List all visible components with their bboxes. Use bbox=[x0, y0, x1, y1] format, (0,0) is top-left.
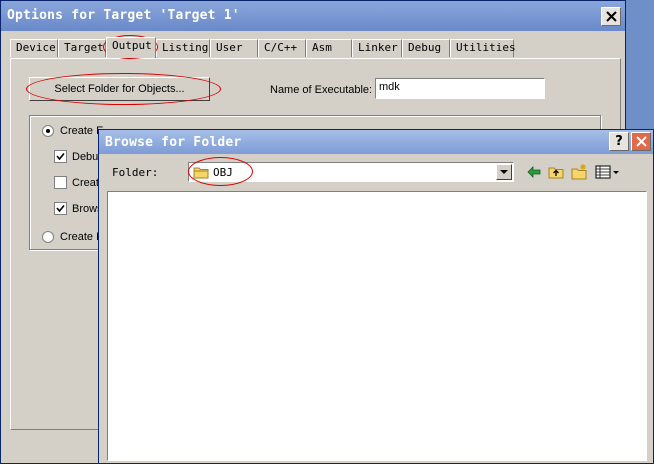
tab-asm[interactable]: Asm bbox=[306, 39, 352, 57]
select-folder-button[interactable]: Select Folder for Objects... bbox=[29, 77, 210, 101]
tab-c-cpp[interactable]: C/C++ bbox=[258, 39, 306, 57]
tab-user[interactable]: User bbox=[210, 39, 258, 57]
close-icon bbox=[635, 136, 647, 147]
create-executable-label: Create E bbox=[60, 125, 104, 137]
debug-info-checkbox[interactable] bbox=[54, 150, 67, 163]
create-hex-checkbox[interactable] bbox=[54, 176, 67, 189]
tab-device[interactable]: Device bbox=[10, 39, 58, 57]
view-menu-icon[interactable] bbox=[594, 163, 620, 181]
create-library-label: Create L bbox=[60, 231, 103, 243]
close-button[interactable] bbox=[601, 7, 621, 26]
folder-icon bbox=[193, 167, 209, 179]
name-of-executable-label: Name of Executable: bbox=[270, 84, 373, 96]
debug-info-label: Debu bbox=[72, 151, 99, 163]
up-folder-icon[interactable] bbox=[547, 163, 565, 181]
dialog-close-button[interactable] bbox=[631, 132, 651, 151]
dialog-title: Browse for Folder bbox=[105, 135, 242, 150]
back-arrow-icon[interactable] bbox=[525, 163, 543, 181]
folder-combobox[interactable]: OBJ bbox=[188, 162, 514, 182]
tab-output[interactable]: Output bbox=[106, 37, 156, 58]
tab-utilities[interactable]: Utilities bbox=[450, 39, 516, 57]
name-of-executable-input[interactable]: mdk bbox=[375, 78, 545, 99]
create-library-radio[interactable] bbox=[42, 231, 54, 243]
tab-listing[interactable]: Listing bbox=[156, 39, 210, 57]
checkmark-icon bbox=[56, 152, 65, 161]
window-title: Options for Target 'Target 1' bbox=[7, 8, 240, 23]
checkmark-icon bbox=[56, 204, 65, 213]
window-titlebar[interactable]: Options for Target 'Target 1' bbox=[1, 1, 625, 31]
tab-target[interactable]: Target bbox=[58, 39, 106, 57]
folder-label: Folder: bbox=[112, 166, 159, 179]
tab-linker[interactable]: Linker bbox=[352, 39, 402, 57]
browse-folder-dialog: Browse for Folder ? Folder: OBJ bbox=[98, 129, 654, 464]
folder-combobox-value: OBJ bbox=[213, 166, 233, 179]
help-button[interactable]: ? bbox=[609, 132, 629, 151]
chevron-down-icon[interactable] bbox=[496, 164, 512, 180]
dialog-titlebar[interactable]: Browse for Folder ? bbox=[99, 130, 653, 154]
browse-info-checkbox[interactable] bbox=[54, 202, 67, 215]
tab-debug[interactable]: Debug bbox=[402, 39, 450, 57]
new-folder-icon[interactable] bbox=[570, 163, 588, 181]
create-hex-label: Creat bbox=[72, 177, 99, 189]
create-executable-radio[interactable] bbox=[42, 125, 54, 137]
close-icon bbox=[605, 11, 617, 22]
folder-tree-view[interactable] bbox=[107, 191, 647, 461]
